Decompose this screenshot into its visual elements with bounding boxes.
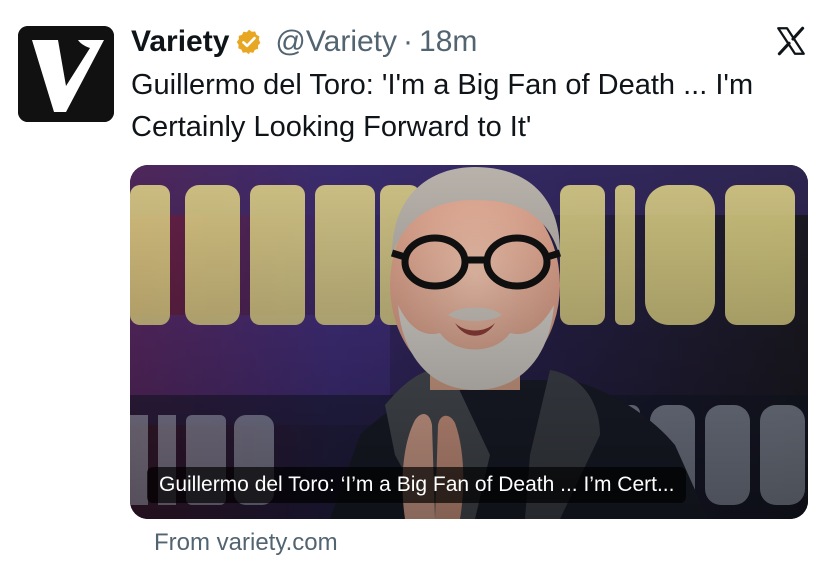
article-photo — [130, 165, 808, 519]
separator-dot: · — [403, 25, 414, 58]
tweet-text: Guillermo del Toro: 'I'm a Big Fan of De… — [131, 69, 754, 143]
link-card[interactable]: Guillermo del Toro: ‘I’m a Big Fan of De… — [130, 165, 808, 519]
author-name[interactable]: Variety — [131, 25, 229, 59]
x-logo-icon[interactable] — [774, 24, 808, 58]
timestamp[interactable]: 18m — [419, 25, 477, 59]
author-handle[interactable]: @Variety — [275, 25, 397, 59]
tweet-header: Variety @Variety · 18m — [131, 22, 477, 62]
card-source-link[interactable]: From variety.com — [154, 529, 338, 557]
avatar[interactable] — [18, 26, 114, 122]
variety-v-logo-icon — [18, 26, 114, 122]
card-caption: Guillermo del Toro: ‘I’m a Big Fan of De… — [147, 467, 687, 503]
verified-badge-icon — [235, 28, 263, 56]
